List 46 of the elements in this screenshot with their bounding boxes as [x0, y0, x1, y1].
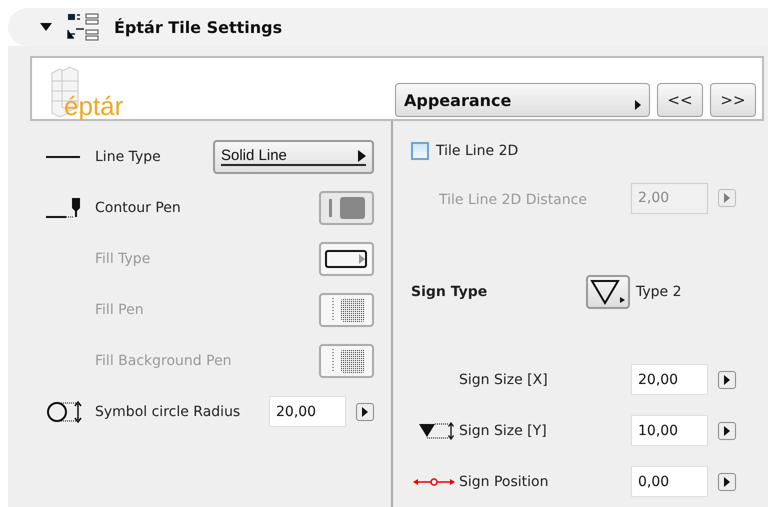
- number-field[interactable]: 10,00: [631, 415, 708, 446]
- number-field[interactable]: 0,00: [631, 466, 708, 497]
- pen-button[interactable]: [319, 190, 374, 224]
- caret-icon: [358, 150, 366, 162]
- field-label: Contour Pen: [95, 200, 181, 216]
- field-label: Fill Type: [95, 250, 150, 266]
- line-icon: [46, 156, 80, 158]
- field-label: Tile Line 2D Distance: [439, 192, 587, 208]
- panel-title: Éptár Tile Settings: [114, 18, 282, 36]
- number-field[interactable]: 20,00: [631, 364, 708, 395]
- position-arrow-icon: [413, 476, 455, 486]
- checkbox[interactable]: [411, 142, 429, 160]
- nav-button[interactable]: >>: [710, 83, 756, 117]
- checkbox-label: Tile Line 2D: [436, 143, 518, 159]
- caret-icon: [635, 100, 641, 110]
- logo-text: éptár: [64, 93, 124, 119]
- triangle-icon: [590, 279, 626, 305]
- nav-button[interactable]: <<: [657, 83, 703, 117]
- play-icon: [723, 426, 731, 436]
- sign-type-value: Type 2: [636, 284, 682, 300]
- field-label: Fill Pen: [95, 302, 144, 318]
- arrow-button[interactable]: [356, 402, 374, 420]
- pen-icon: [46, 198, 80, 218]
- field-label: Sign Size [X]: [459, 372, 548, 388]
- arrow-button[interactable]: [718, 422, 736, 440]
- settings-list-icon: [66, 12, 100, 42]
- field-label: Fill Background Pen: [95, 352, 232, 368]
- arrow-button[interactable]: [718, 472, 736, 490]
- arrow-button[interactable]: [718, 370, 736, 388]
- field-label: Symbol circle Radius: [95, 404, 240, 420]
- section-label: Sign Type: [411, 284, 488, 300]
- page-selector[interactable]: Appearance: [395, 83, 650, 117]
- triangle-height-icon: [419, 422, 455, 440]
- field-label: Sign Position: [459, 474, 548, 490]
- play-icon: [723, 476, 731, 486]
- circle-radius-icon: [46, 400, 82, 422]
- line-type-dropdown[interactable]: Solid Line: [213, 140, 374, 174]
- collapse-icon[interactable]: [40, 23, 52, 31]
- radius-field[interactable]: 20,00: [269, 396, 346, 427]
- play-icon: [361, 406, 369, 416]
- field-label: Line Type: [95, 148, 161, 164]
- line-sample-icon: [221, 164, 366, 166]
- play-icon: [723, 374, 731, 384]
- field-label: Sign Size [Y]: [459, 422, 547, 438]
- play-icon: [723, 193, 731, 203]
- sign-type-button[interactable]: [586, 275, 630, 309]
